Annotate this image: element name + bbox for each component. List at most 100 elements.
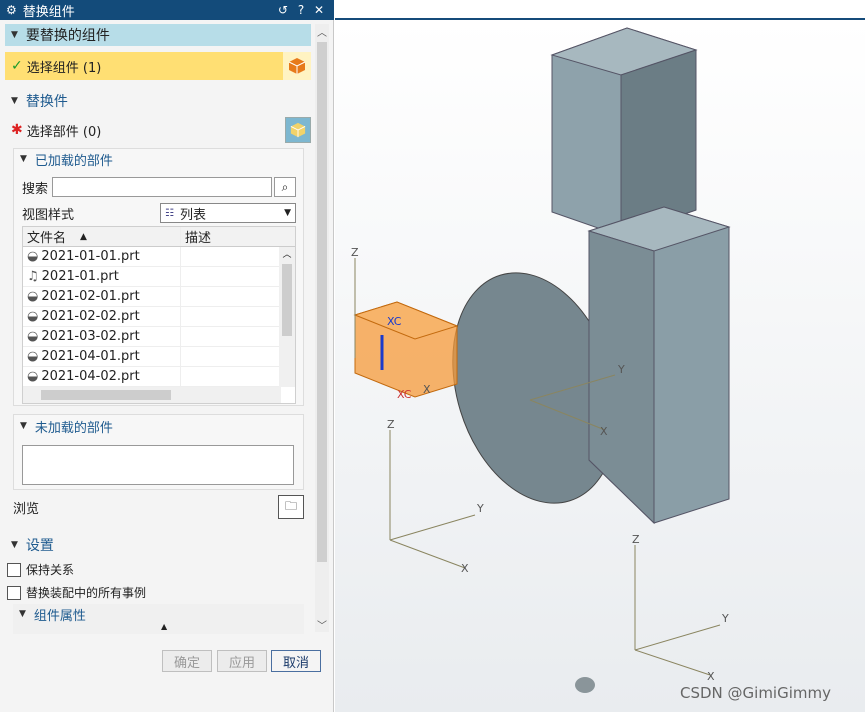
table-hscroll[interactable] [23, 387, 281, 403]
part-file-icon: ◒ [27, 309, 39, 324]
browse-label: 浏览 [13, 501, 40, 517]
view-style-label: 视图样式 [22, 207, 75, 223]
dialog-title: 替换组件 [22, 4, 75, 20]
apply-button[interactable]: 应用 [217, 650, 267, 672]
collapse-icon: ▼ [19, 609, 26, 619]
replace-component-dialog: ︿ ﹀ ▼ 要替换的组件 ✓ 选择组件 (1) ▼ 替换件 ✱ 选择部件 (0) [0, 20, 334, 712]
sort-asc-icon: ▲ [80, 231, 87, 242]
part-file-icon: ◒ [27, 369, 39, 384]
scroll-up-icon[interactable]: ︿ [315, 24, 329, 39]
settings-title: 设置 [25, 538, 54, 554]
model-scene: Z Z Y X Z Y X Y X X XC XC CSDN @GimiGimm… [351, 27, 831, 702]
scroll-down-icon[interactable]: ﹀ [315, 617, 329, 632]
collapse-icon: ▼ [20, 154, 27, 164]
component-props-group: ▼ 组件属性 ▲ [13, 604, 304, 634]
collapse-icon: ▼ [11, 540, 18, 550]
keep-relations-label: 保持关系 [26, 563, 75, 577]
axis-x-label: X [707, 670, 715, 683]
view-style-select[interactable]: ☷ 列表 ▼ [160, 203, 296, 223]
axis-y-label: Y [476, 502, 484, 515]
scroll-up-icon[interactable]: ︿ [279, 247, 295, 260]
table-row[interactable]: ◒ 2021-02-01.prt [23, 287, 295, 307]
check-icon: ✓ [11, 58, 23, 74]
part-cube-icon [290, 122, 306, 138]
select-parts-button[interactable] [285, 117, 311, 143]
part-file-icon: ◒ [27, 329, 39, 344]
dialog-scrollbar[interactable]: ︿ ﹀ [315, 24, 329, 632]
collapse-icon: ▼ [20, 421, 27, 431]
cancel-button[interactable]: 取消 [271, 650, 321, 672]
select-component-row[interactable]: ✓ 选择组件 (1) [5, 52, 311, 80]
axis-xc-label: XC [397, 388, 412, 401]
axis-z-label: Z [632, 533, 640, 546]
replace-all-checkbox[interactable] [7, 585, 21, 600]
viewport-top-bar [335, 0, 865, 20]
watermark: CSDN @GimiGimmy [680, 684, 831, 702]
section-replace-header[interactable]: ▼ 要替换的组件 [5, 24, 311, 46]
table-row[interactable]: ♫ 2021-01.prt [23, 267, 295, 287]
unloaded-parts-header[interactable]: ▼ 未加载的部件 [14, 415, 303, 437]
axis-x-label: X [423, 383, 431, 396]
column-description[interactable]: 描述 [180, 227, 295, 246]
cube-icon [288, 58, 306, 74]
view-triad-icon[interactable] [575, 677, 595, 693]
component-props-header[interactable]: ▼ 组件属性 [13, 604, 304, 624]
scroll-thumb[interactable] [317, 42, 327, 562]
gear-icon[interactable]: ⚙ [6, 3, 17, 17]
assembly-file-icon: ♫ [27, 269, 39, 284]
select-component-button[interactable] [283, 52, 311, 80]
axis-z-label: Z [387, 418, 395, 431]
help-icon[interactable]: ? [292, 3, 310, 17]
dialog-titlebar: ⚙ 替换组件 ↺ ? ✕ [0, 0, 334, 20]
table-vscroll-thumb[interactable] [282, 264, 292, 336]
axis-y-label: Y [617, 363, 625, 376]
search-input[interactable] [52, 177, 272, 197]
part-file-icon: ◒ [27, 249, 39, 264]
keep-relations-checkbox[interactable] [7, 562, 21, 577]
table-vscroll[interactable]: ︿ [279, 247, 295, 387]
table-row[interactable]: ◒ 2021-03-02.prt [23, 327, 295, 347]
settings-header[interactable]: ▼ 设置 [5, 534, 311, 556]
axis-z-label: Z [351, 246, 359, 259]
axis-y-label: Y [721, 612, 729, 625]
collapse-icon: ▼ [11, 30, 18, 40]
table-row[interactable]: ◒ 2021-01-01.prt [23, 247, 295, 267]
ok-button[interactable]: 确定 [162, 650, 212, 672]
chevron-down-icon: ▼ [284, 208, 291, 218]
part-file-icon: ◒ [27, 289, 39, 304]
unloaded-parts-list[interactable] [22, 445, 294, 485]
section-replacement-title: 替换件 [25, 94, 68, 110]
table-row[interactable]: ◒ 2021-02-02.prt [23, 307, 295, 327]
collapse-icon: ▼ [11, 96, 18, 106]
select-parts-label: 选择部件 (0) [26, 124, 102, 140]
component-props-title: 组件属性 [33, 608, 86, 624]
graphics-viewport[interactable]: Z Z Y X Z Y X Y X X XC XC CSDN @GimiGimm… [335, 20, 865, 712]
unloaded-parts-title: 未加载的部件 [34, 420, 113, 436]
browse-folder-icon[interactable]: 🗀 [278, 495, 304, 519]
table-hscroll-thumb[interactable] [41, 390, 171, 400]
part-file-icon: ◒ [27, 349, 39, 364]
section-replacement-header[interactable]: ▼ 替换件 [5, 90, 311, 112]
axis-zc-label: XC [387, 315, 402, 328]
axis-x-label: X [461, 562, 469, 575]
loaded-parts-header[interactable]: ▼ 已加载的部件 [14, 149, 303, 169]
close-icon[interactable]: ✕ [310, 3, 328, 17]
expand-up-icon[interactable]: ▲ [161, 622, 167, 631]
reset-icon[interactable]: ↺ [274, 3, 292, 17]
table-row[interactable]: ◒ 2021-04-01.prt [23, 347, 295, 367]
select-component-label: 选择组件 (1) [26, 60, 102, 76]
column-filename[interactable]: 文件名 ▲ [23, 227, 180, 246]
table-header: 文件名 ▲ 描述 [23, 227, 295, 247]
section-replace-title: 要替换的组件 [25, 28, 110, 44]
table-row[interactable]: ◒ 2021-04-02.prt [23, 367, 295, 387]
view-style-value: 列表 [179, 207, 206, 223]
unloaded-parts-group: ▼ 未加载的部件 [13, 414, 304, 490]
required-asterisk-icon: ✱ [11, 122, 23, 138]
axis-x-label: X [600, 425, 608, 438]
list-icon: ☷ [165, 207, 174, 219]
search-icon[interactable]: ⌕ [274, 177, 296, 197]
replace-all-label: 替换装配中的所有事例 [26, 586, 147, 600]
loaded-parts-title: 已加载的部件 [34, 153, 113, 169]
loaded-parts-table: 文件名 ▲ 描述 ◒ 2021-01-01.prt ♫ 2021-01.prt ◒ 20… [22, 226, 296, 404]
search-label: 搜索 [22, 181, 49, 197]
